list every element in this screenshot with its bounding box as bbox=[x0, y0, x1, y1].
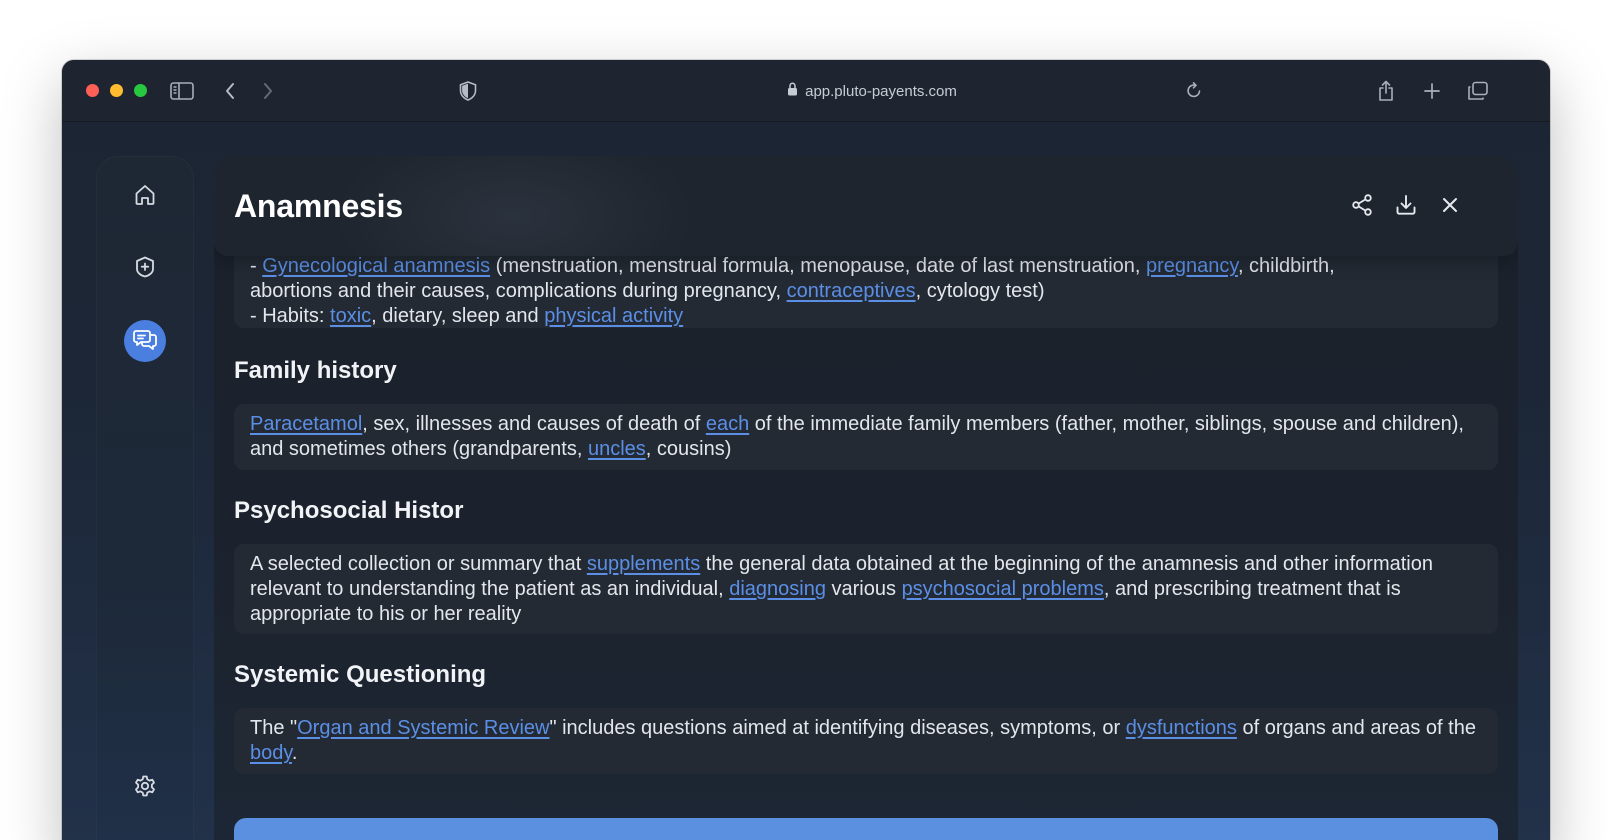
sidebar-settings-button[interactable] bbox=[124, 767, 166, 809]
sidebar-medical-button[interactable] bbox=[124, 248, 166, 290]
organ-systemic-review-link[interactable]: Organ and Systemic Review bbox=[297, 717, 549, 739]
psychosocial-history-box: A selected collection or summary that su… bbox=[234, 544, 1498, 634]
back-chevron-icon[interactable] bbox=[216, 77, 244, 105]
app-sidebar bbox=[96, 156, 194, 840]
body-link[interactable]: body bbox=[250, 742, 292, 764]
psychosocial-problems-link[interactable]: psychosocial problems bbox=[902, 578, 1104, 600]
paracetamol-link[interactable]: Paracetamol bbox=[250, 413, 362, 435]
list-item: - Habits: toxic, dietary, sleep and phys… bbox=[250, 305, 684, 327]
chat-bubbles-icon bbox=[132, 326, 158, 357]
new-tab-plus-icon[interactable] bbox=[1418, 77, 1446, 105]
tab-overview-icon[interactable] bbox=[1464, 77, 1492, 105]
toxic-link[interactable]: toxic bbox=[330, 305, 371, 327]
section-title-systemic-questioning: Systemic Questioning bbox=[234, 661, 487, 688]
list-item: abortions and their causes, complication… bbox=[250, 280, 1045, 302]
gear-icon bbox=[133, 774, 157, 803]
zoom-window-button[interactable] bbox=[134, 84, 147, 97]
section-title-psychosocial-history: Psychosocial Histor bbox=[234, 497, 464, 524]
contraceptives-link[interactable]: contraceptives bbox=[787, 280, 916, 302]
download-button[interactable] bbox=[1391, 192, 1421, 222]
minimize-window-button[interactable] bbox=[110, 84, 123, 97]
lock-icon bbox=[787, 82, 798, 100]
forward-chevron-icon[interactable] bbox=[254, 77, 282, 105]
list-item: - Gynecological anamnesis (menstruation,… bbox=[250, 255, 1335, 277]
medical-cross-icon bbox=[133, 255, 157, 284]
sidebar-toggle-icon[interactable] bbox=[168, 77, 196, 105]
share-button[interactable] bbox=[1347, 192, 1377, 222]
each-link[interactable]: each bbox=[706, 413, 749, 435]
address-bar[interactable]: app.pluto-payents.com bbox=[542, 77, 1202, 105]
share-icon[interactable] bbox=[1372, 77, 1400, 105]
supplements-link[interactable]: supplements bbox=[587, 553, 700, 575]
sidebar-home-button[interactable] bbox=[124, 176, 166, 218]
share-nodes-icon bbox=[1350, 193, 1374, 222]
browser-window: app.pluto-payents.com Anamnesis - Gyneco… bbox=[62, 60, 1550, 840]
diagnosing-link[interactable]: diagnosing bbox=[729, 578, 826, 600]
family-history-box: Paracetamol, sex, illnesses and causes o… bbox=[234, 404, 1498, 470]
anamnesis-panel: Anamnesis - Gynecological anamnesis (men… bbox=[214, 156, 1518, 840]
dysfunctions-link[interactable]: dysfunctions bbox=[1126, 717, 1237, 739]
psychosocial-history-text: A selected collection or summary that su… bbox=[250, 553, 1433, 625]
download-icon bbox=[1394, 193, 1418, 222]
systemic-questioning-text: The "Organ and Systemic Review" includes… bbox=[250, 717, 1476, 764]
close-button[interactable] bbox=[1435, 192, 1465, 222]
systemic-questioning-box: The "Organ and Systemic Review" includes… bbox=[234, 708, 1498, 774]
gynecological-anamnesis-link[interactable]: Gynecological anamnesis bbox=[262, 255, 490, 277]
reload-icon[interactable] bbox=[1186, 81, 1202, 103]
uncles-link[interactable]: uncles bbox=[588, 438, 646, 460]
sidebar-chat-button[interactable] bbox=[124, 320, 166, 362]
page-title: Anamnesis bbox=[234, 188, 403, 224]
home-icon bbox=[133, 183, 157, 212]
close-icon bbox=[1440, 195, 1460, 220]
privacy-shield-icon[interactable] bbox=[454, 77, 482, 105]
close-window-button[interactable] bbox=[86, 84, 99, 97]
primary-action-button[interactable] bbox=[234, 818, 1498, 840]
panel-header: Anamnesis bbox=[214, 156, 1518, 256]
physical-activity-link[interactable]: physical activity bbox=[544, 305, 683, 327]
family-history-text: Paracetamol, sex, illnesses and causes o… bbox=[250, 413, 1464, 460]
url-text: app.pluto-payents.com bbox=[805, 82, 957, 100]
section-title-family-history: Family history bbox=[234, 357, 397, 384]
browser-toolbar: app.pluto-payents.com bbox=[62, 60, 1550, 122]
pregnancy-link[interactable]: pregnancy bbox=[1146, 255, 1238, 277]
